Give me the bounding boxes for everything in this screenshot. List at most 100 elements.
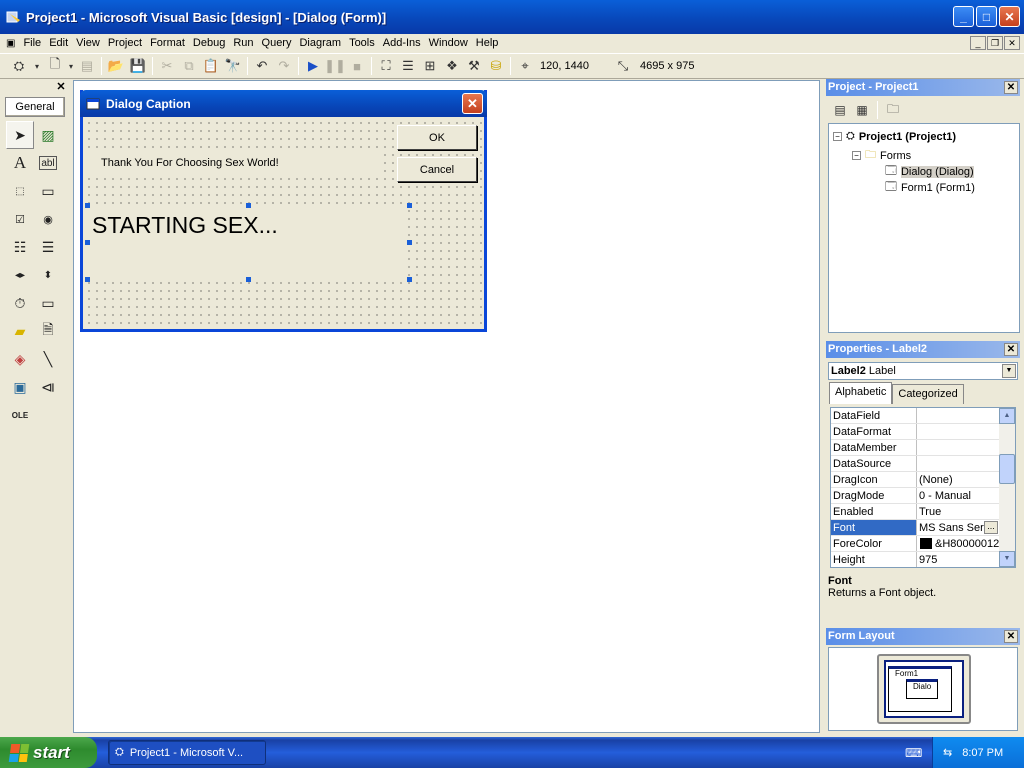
property-value[interactable]: [917, 456, 999, 471]
property-row[interactable]: DataField: [831, 408, 999, 424]
line-tool-icon[interactable]: ╲: [34, 345, 62, 373]
menu-query[interactable]: Query: [258, 37, 296, 49]
menu-help[interactable]: Help: [472, 37, 503, 49]
image-tool-icon[interactable]: ▣: [6, 373, 34, 401]
checkbox-tool-icon[interactable]: ☑: [6, 205, 34, 233]
pointer-tool-icon[interactable]: ➤: [6, 121, 34, 149]
selection-handle[interactable]: [85, 240, 90, 245]
property-value[interactable]: True: [917, 504, 999, 519]
mdi-restore-button[interactable]: ❐: [987, 36, 1003, 50]
object-selector[interactable]: Label2 Label ▼: [828, 362, 1018, 380]
property-row[interactable]: DataMember: [831, 440, 999, 456]
property-value[interactable]: [917, 440, 999, 455]
combobox-tool-icon[interactable]: ☷: [6, 233, 34, 261]
end-icon[interactable]: ■: [346, 55, 368, 77]
dialog-titlebar[interactable]: Dialog Caption ✕: [80, 90, 487, 117]
label2-selected[interactable]: STARTING SEX...: [87, 205, 407, 279]
label-tool-icon[interactable]: A: [6, 149, 34, 177]
redo-icon[interactable]: ↷: [273, 55, 295, 77]
dialog-close-button[interactable]: ✕: [462, 93, 483, 114]
start-button[interactable]: start: [0, 737, 97, 768]
toolbox-close-button[interactable]: ✕: [54, 81, 68, 94]
optionbutton-tool-icon[interactable]: ◉: [34, 205, 62, 233]
hscrollbar-tool-icon[interactable]: ◂▸: [6, 261, 34, 289]
property-value[interactable]: [917, 408, 999, 423]
open-project-icon[interactable]: 📂: [105, 55, 127, 77]
network-icon[interactable]: ⇆: [943, 746, 952, 759]
toolbox-tab-general[interactable]: General: [5, 97, 65, 117]
property-row[interactable]: Height 975: [831, 552, 999, 567]
toggle-folders-icon[interactable]: 🗀: [883, 100, 903, 120]
textbox-tool-icon[interactable]: abl: [39, 156, 57, 170]
data-tool-icon[interactable]: ⧏: [34, 373, 62, 401]
break-icon[interactable]: ❚❚: [324, 55, 346, 77]
property-row[interactable]: DataFormat: [831, 424, 999, 440]
menu-window[interactable]: Window: [425, 37, 472, 49]
property-row[interactable]: DataSource: [831, 456, 999, 472]
timer-tool-icon[interactable]: ⏱: [6, 289, 34, 317]
selection-handle[interactable]: [85, 203, 90, 208]
property-value[interactable]: &H80000012: [917, 536, 999, 551]
ellipsis-button[interactable]: ...: [984, 521, 998, 534]
view-code-icon[interactable]: ▤: [830, 100, 850, 120]
shape-tool-icon[interactable]: ◈: [6, 345, 34, 373]
ole-tool-icon[interactable]: OLE: [6, 401, 34, 429]
add-form-icon[interactable]: ▾: [30, 55, 44, 77]
add-project-icon[interactable]: ⛭: [8, 55, 30, 77]
property-value[interactable]: 975: [917, 552, 999, 567]
property-row[interactable]: DragMode 0 - Manual: [831, 488, 999, 504]
scroll-thumb[interactable]: [999, 454, 1015, 484]
property-value[interactable]: MS Sans Seri... ...: [917, 520, 999, 535]
scroll-up-icon[interactable]: ▲: [999, 408, 1015, 424]
property-scrollbar[interactable]: ▲ ▼: [999, 408, 1015, 567]
view-object-icon[interactable]: ▦: [852, 100, 872, 120]
tree-node-form1[interactable]: 🗔 Form1 (Form1): [885, 178, 975, 197]
menu-format[interactable]: Format: [146, 37, 189, 49]
property-row[interactable]: Enabled True: [831, 504, 999, 520]
save-project-icon[interactable]: 💾: [127, 55, 149, 77]
property-value[interactable]: 0 - Manual: [917, 488, 999, 503]
find-icon[interactable]: 🔭: [222, 55, 244, 77]
properties-panel-close-button[interactable]: ✕: [1004, 343, 1018, 356]
selection-handle[interactable]: [246, 277, 251, 282]
copy-icon[interactable]: ⧉: [178, 55, 200, 77]
menu-editor-icon[interactable]: ▤: [76, 55, 98, 77]
mini-dialog[interactable]: Dialo: [906, 679, 938, 699]
drivelistbox-tool-icon[interactable]: ▭: [34, 289, 62, 317]
property-row[interactable]: DragIcon (None): [831, 472, 999, 488]
picturebox-tool-icon[interactable]: ▨: [34, 121, 62, 149]
selection-handle[interactable]: [85, 277, 90, 282]
object-browser-icon[interactable]: ❖: [441, 55, 463, 77]
form-layout-close-button[interactable]: ✕: [1004, 630, 1018, 643]
toolbox-icon[interactable]: ⚒: [463, 55, 485, 77]
property-row-selected[interactable]: Font MS Sans Seri... ...: [831, 520, 999, 536]
menu-diagram[interactable]: Diagram: [295, 37, 345, 49]
commandbutton-tool-icon[interactable]: ▭: [34, 177, 62, 205]
label1[interactable]: Thank You For Choosing Sex World!: [88, 153, 378, 173]
project-explorer-icon[interactable]: ⛶: [375, 55, 397, 77]
cancel-button[interactable]: Cancel: [397, 157, 477, 182]
cut-icon[interactable]: ✂: [156, 55, 178, 77]
menu-debug[interactable]: Debug: [189, 37, 229, 49]
add-module-icon[interactable]: 🗋: [44, 55, 66, 77]
data-view-icon[interactable]: ⛁: [485, 55, 507, 77]
close-button[interactable]: ✕: [999, 6, 1020, 27]
tree-node-project[interactable]: − ⛭ Project1 (Project1): [833, 130, 956, 143]
dialog-body[interactable]: OK Cancel Thank You For Choosing Sex Wor…: [83, 117, 484, 329]
dialog-form[interactable]: Dialog Caption ✕ OK Cancel Thank You For…: [80, 90, 487, 332]
property-row[interactable]: ForeColor &H80000012: [831, 536, 999, 552]
dropdown-arrow-icon[interactable]: ▾: [66, 55, 76, 77]
property-value[interactable]: (None): [917, 472, 999, 487]
taskbar-item-vb[interactable]: ⛭ Project1 - Microsoft V...: [108, 740, 266, 765]
form-layout-icon[interactable]: ⊞: [419, 55, 441, 77]
start-icon[interactable]: ▶: [302, 55, 324, 77]
paste-icon[interactable]: 📋: [200, 55, 222, 77]
tab-alphabetic[interactable]: Alphabetic: [829, 382, 893, 404]
minimize-button[interactable]: _: [953, 6, 974, 27]
menu-file[interactable]: File: [19, 37, 45, 49]
collapse-icon[interactable]: −: [833, 132, 842, 141]
menu-tools[interactable]: Tools: [345, 37, 379, 49]
vscrollbar-tool-icon[interactable]: ⬍: [34, 261, 62, 289]
mdi-close-button[interactable]: ✕: [1004, 36, 1020, 50]
undo-icon[interactable]: ↶: [251, 55, 273, 77]
